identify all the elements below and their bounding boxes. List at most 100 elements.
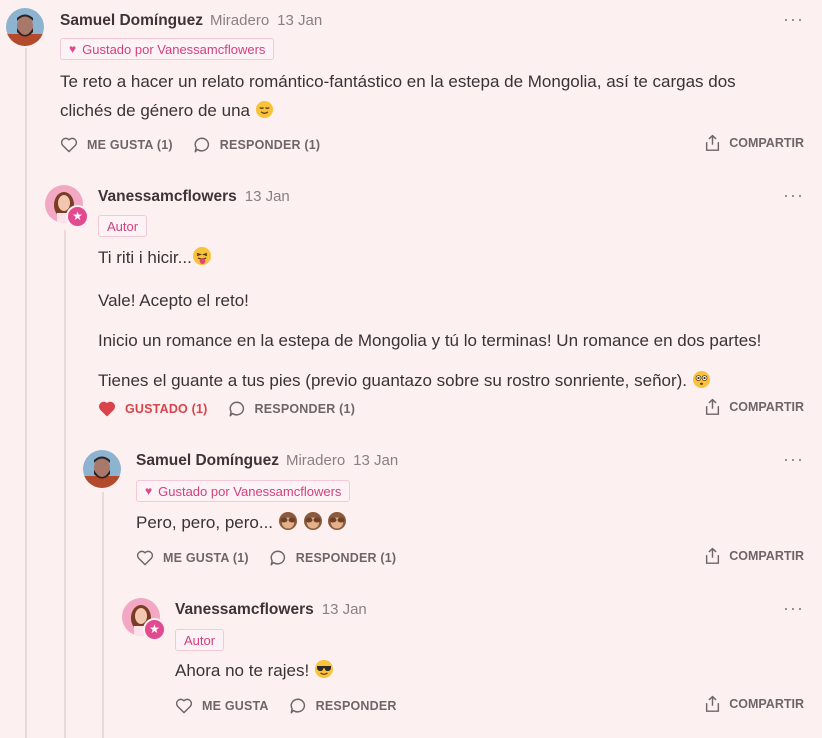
see-no-evil-monkey-emoji xyxy=(303,511,323,540)
comment-actions: ME GUSTA (1) RESPONDER (1) COMPARTIR xyxy=(136,547,804,569)
share-icon xyxy=(706,547,720,564)
comment-body: Ti riti i hicir... Vale! Acepto el reto!… xyxy=(98,243,761,409)
avatar[interactable]: ★ xyxy=(45,185,89,228)
comment-date[interactable]: 13 Jan xyxy=(353,452,398,469)
author-name[interactable]: Vanessamcflowers xyxy=(175,601,314,619)
reply-button[interactable]: RESPONDER (1) xyxy=(193,136,321,154)
share-label: COMPARTIR xyxy=(729,400,804,414)
author-name[interactable]: Samuel Domínguez xyxy=(60,12,203,30)
sunglasses-face-emoji xyxy=(314,659,334,688)
like-label: GUSTADO (1) xyxy=(125,402,208,416)
relieved-face-emoji xyxy=(255,99,274,128)
speech-bubble-icon xyxy=(270,550,285,566)
avatar-samuel xyxy=(6,8,44,46)
like-label: ME GUSTA xyxy=(202,699,269,713)
author-tag: Autor xyxy=(175,629,225,651)
reply-button[interactable]: RESPONDER xyxy=(289,697,397,715)
comment-paragraph: Vale! Acepto el reto! xyxy=(98,291,249,310)
avatar[interactable] xyxy=(6,8,44,46)
comment-header: Vanessamcflowers 13 Jan xyxy=(175,601,367,625)
comment-line-2: clichés de género de una xyxy=(60,96,736,128)
like-label: ME GUSTA (1) xyxy=(87,138,173,152)
author-role: Miradero xyxy=(285,452,346,469)
reply-label: RESPONDER xyxy=(315,699,397,713)
heart-outline-icon xyxy=(175,698,193,714)
see-no-evil-monkey-emoji xyxy=(327,511,347,540)
like-button[interactable]: ME GUSTA xyxy=(175,698,269,714)
reply-button[interactable]: RESPONDER (1) xyxy=(269,549,397,567)
share-icon xyxy=(706,695,720,712)
comment-date[interactable]: 13 Jan xyxy=(245,188,290,205)
like-button[interactable]: ME GUSTA (1) xyxy=(136,550,249,566)
share-button[interactable]: COMPARTIR xyxy=(704,547,804,565)
author-star-icon: ★ xyxy=(143,618,166,641)
comment-1: Samuel Domínguez Miradero 13 Jan ··· ♥ G… xyxy=(60,10,804,164)
reply-label: RESPONDER (1) xyxy=(254,402,356,416)
comment-header: Samuel Domínguez Miradero 13 Jan xyxy=(136,452,398,476)
speech-bubble-icon xyxy=(194,137,209,153)
liked-by-label: Gustado por Vanessamcflowers xyxy=(158,483,342,499)
speech-bubble-icon xyxy=(229,401,244,417)
paragraph-text: Tienes el guante a tus pies (previo guan… xyxy=(98,371,688,390)
comment-paragraph: Tienes el guante a tus pies (previo guan… xyxy=(98,366,761,398)
more-options-icon[interactable]: ··· xyxy=(783,450,804,468)
comment-header: Samuel Domínguez Miradero 13 Jan xyxy=(60,12,322,36)
reply-label: RESPONDER (1) xyxy=(219,138,321,152)
share-icon xyxy=(706,398,720,415)
like-button[interactable]: ME GUSTA (1) xyxy=(60,137,173,153)
liked-by-badge: ♥ Gustado por Vanessamcflowers xyxy=(60,38,275,60)
avatar[interactable] xyxy=(83,450,121,488)
more-options-icon[interactable]: ··· xyxy=(783,599,804,617)
paragraph-text: Ti riti i hicir... xyxy=(98,248,192,267)
author-name[interactable]: Samuel Domínguez xyxy=(136,452,279,470)
comment-line: Te reto a hacer un relato romántico-fant… xyxy=(60,72,736,91)
share-label: COMPARTIR xyxy=(729,549,804,563)
comment-actions: ME GUSTA (1) RESPONDER (1) COMPARTIR xyxy=(60,134,804,156)
share-button[interactable]: COMPARTIR xyxy=(704,134,804,152)
comment-line: clichés de género de una xyxy=(60,101,250,120)
heart-outline-icon xyxy=(136,550,154,566)
thread-line-root xyxy=(25,48,27,738)
author-name[interactable]: Vanessamcflowers xyxy=(98,188,237,206)
tongue-wink-emoji xyxy=(192,246,212,275)
author-tag-label: Autor xyxy=(184,632,216,648)
like-button[interactable]: GUSTADO (1) xyxy=(98,401,208,417)
comment-paragraph: Ti riti i hicir... xyxy=(98,243,761,275)
comment-body: Pero, pero, pero... xyxy=(136,508,347,540)
heart-icon: ♥ xyxy=(145,484,153,498)
share-label: COMPARTIR xyxy=(729,697,804,711)
author-role: Miradero xyxy=(209,12,270,29)
comment-2: Vanessamcflowers 13 Jan ··· Autor Ti rit… xyxy=(98,186,804,420)
more-options-icon[interactable]: ··· xyxy=(783,10,804,28)
share-label: COMPARTIR xyxy=(729,136,804,150)
heart-icon: ♥ xyxy=(69,42,77,56)
author-star-icon: ★ xyxy=(66,205,89,228)
liked-by-badge: ♥ Gustado por Vanessamcflowers xyxy=(136,480,351,502)
author-tag: Autor xyxy=(98,215,148,237)
comment-4: Vanessamcflowers 13 Jan ··· Autor Ahora … xyxy=(175,599,804,721)
comment-text: Ahora no te rajes! xyxy=(175,661,310,680)
thread-line-reply xyxy=(64,230,66,738)
liked-by-label: Gustado por Vanessamcflowers xyxy=(82,41,266,57)
reply-label: RESPONDER (1) xyxy=(295,551,397,565)
heart-outline-icon xyxy=(60,137,78,153)
comment-header: Vanessamcflowers 13 Jan xyxy=(98,188,290,212)
share-button[interactable]: COMPARTIR xyxy=(704,398,804,416)
comment-date[interactable]: 13 Jan xyxy=(322,601,367,618)
more-options-icon[interactable]: ··· xyxy=(783,186,804,204)
see-no-evil-monkey-emoji xyxy=(278,511,298,540)
comment-actions: GUSTADO (1) RESPONDER (1) COMPARTIR xyxy=(98,398,804,420)
avatar[interactable]: ★ xyxy=(122,598,166,641)
comment-actions: ME GUSTA RESPONDER COMPARTIR xyxy=(175,695,804,717)
comment-text: Pero, pero, pero... xyxy=(136,513,274,532)
comment-body: Te reto a hacer un relato romántico-fant… xyxy=(60,67,736,128)
avatar-samuel xyxy=(83,450,121,488)
reply-button[interactable]: RESPONDER (1) xyxy=(228,400,356,418)
heart-filled-icon xyxy=(99,401,115,417)
share-icon xyxy=(706,134,720,151)
flushed-face-emoji xyxy=(692,369,711,398)
comment-date[interactable]: 13 Jan xyxy=(277,12,322,29)
comment-body: Ahora no te rajes! xyxy=(175,656,334,688)
like-label: ME GUSTA (1) xyxy=(163,551,249,565)
share-button[interactable]: COMPARTIR xyxy=(704,695,804,713)
